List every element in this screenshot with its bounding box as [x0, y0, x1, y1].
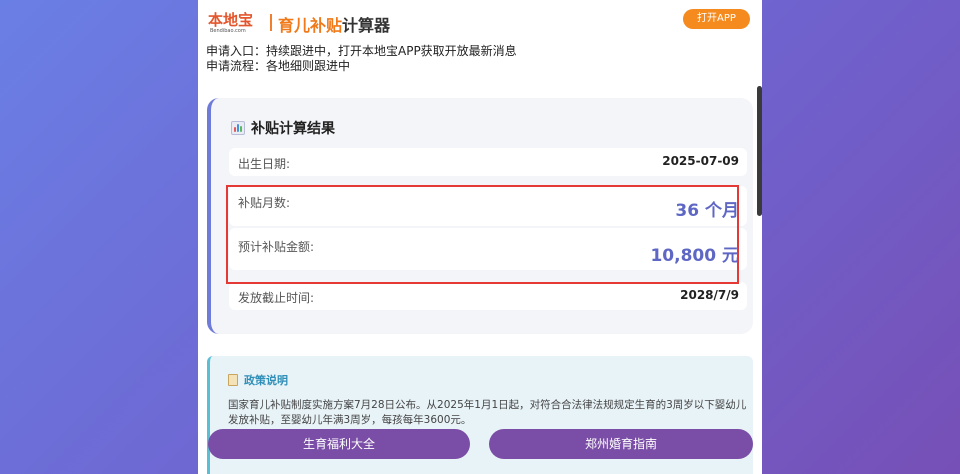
bar-chart-icon [231, 121, 245, 135]
result-title: 补贴计算结果 [231, 118, 335, 138]
bottom-bar: 生育福利大全 郑州婚育指南 [198, 428, 762, 474]
policy-title-text: 政策说明 [244, 374, 288, 387]
apply-process-text: 申请流程：各地细则跟进中 [206, 59, 351, 73]
row-subsidy-amount: 预计补贴金额: 10,800 元 [229, 228, 747, 270]
deadline-value: 2028/7/9 [680, 288, 739, 302]
marriage-guide-button[interactable]: 郑州婚育指南 [489, 429, 753, 459]
subsidy-amount-value: 10,800 元 [650, 246, 739, 266]
subsidy-months-value: 36 个月 [675, 201, 739, 221]
subsidy-amount-label: 预计补贴金额: [238, 240, 315, 254]
birth-date-value: 2025-07-09 [662, 154, 739, 168]
title-accent: 育儿补贴 [278, 16, 343, 35]
birth-date-label: 出生日期: [238, 157, 291, 171]
apply-info: 申请入口：持续跟进中，打开本地宝APP获取开放最新消息 申请流程：各地细则跟进中 [206, 44, 517, 74]
apply-entry-text: 申请入口：持续跟进中，打开本地宝APP获取开放最新消息 [206, 44, 517, 58]
bendibao-logo[interactable]: 本地宝 Bendibao.com [208, 9, 262, 35]
calculator-page: 本地宝 Bendibao.com 育儿补贴计算器 打开APP 申请入口：持续跟进… [198, 0, 762, 474]
result-card: 补贴计算结果 出生日期: 2025-07-09 补贴月数: 36 个月 预计补贴… [207, 98, 753, 334]
header-divider [270, 14, 272, 31]
logo-text: 本地宝 [208, 11, 254, 29]
subsidy-months-label: 补贴月数: [238, 196, 291, 210]
row-subsidy-months: 补贴月数: 36 个月 [229, 186, 747, 226]
policy-text: 国家育儿补贴制度实施方案7月28日公布。从2025年1月1日起，对符合合法律法规… [228, 399, 747, 426]
page-title: 育儿补贴计算器 [278, 12, 390, 36]
logo-subtext: Bendibao.com [210, 28, 246, 34]
title-rest: 计算器 [342, 16, 391, 35]
welfare-guide-button[interactable]: 生育福利大全 [208, 429, 470, 459]
deadline-label: 发放截止时间: [238, 291, 315, 305]
clipboard-icon [228, 374, 238, 386]
result-title-text: 补贴计算结果 [251, 121, 335, 137]
header: 本地宝 Bendibao.com 育儿补贴计算器 打开APP [208, 9, 756, 35]
open-app-button[interactable]: 打开APP [683, 9, 750, 29]
row-birth-date: 出生日期: 2025-07-09 [229, 148, 747, 176]
scrollbar[interactable] [757, 86, 762, 216]
policy-title: 政策说明 [228, 372, 288, 388]
row-deadline: 发放截止时间: 2028/7/9 [229, 282, 747, 310]
